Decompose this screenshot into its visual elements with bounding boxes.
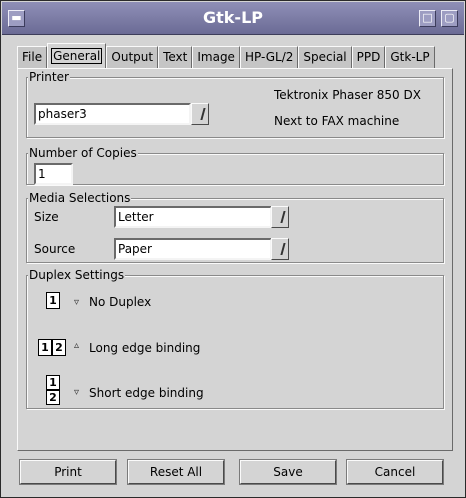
size-combo-entry[interactable]: Letter xyxy=(114,206,272,228)
tab-output[interactable]: Output xyxy=(106,46,159,69)
cancel-button[interactable]: Cancel xyxy=(347,460,443,484)
tab-gtklp[interactable]: Gtk-LP xyxy=(385,46,435,69)
dropdown-arrow-icon xyxy=(274,243,286,255)
tab-special[interactable]: Special xyxy=(298,46,352,69)
tab-file[interactable]: File xyxy=(17,46,48,69)
dropdown-arrow-icon xyxy=(274,211,286,223)
minimize-button[interactable]: □ xyxy=(419,10,436,27)
source-combo-entry[interactable]: Paper xyxy=(114,238,272,260)
copies-section-label: Number of Copies xyxy=(28,146,138,160)
print-button[interactable]: Print xyxy=(20,460,116,484)
no-duplex-radio[interactable]: ▿ xyxy=(74,298,84,308)
tab-hpgl2-label: HP-GL/2 xyxy=(244,50,294,64)
printer-section-label: Printer xyxy=(28,70,70,84)
short-edge-label[interactable]: Short edge binding xyxy=(89,386,204,400)
tab-output-label: Output xyxy=(111,50,154,64)
tab-image-label: Image xyxy=(197,50,235,64)
dropdown-arrow-icon xyxy=(194,108,206,120)
copies-input[interactable]: 1 xyxy=(34,163,73,185)
tab-hpgl2[interactable]: HP-GL/2 xyxy=(239,46,299,69)
long-edge-radio[interactable]: ▵ xyxy=(74,341,84,351)
copies-frame: Number of Copies xyxy=(26,146,444,185)
tab-bar: File General Output Text Image HP-GL/2 S… xyxy=(17,43,435,69)
reset-all-button[interactable]: Reset All xyxy=(128,460,224,484)
printer-dropdown-button[interactable] xyxy=(191,103,209,125)
tab-ppd[interactable]: PPD xyxy=(351,46,386,69)
title-bar[interactable]: ▬ Gtk-LP □ ▢ xyxy=(2,2,464,35)
short-edge-radio[interactable]: ▿ xyxy=(74,388,84,398)
window-title: Gtk-LP xyxy=(203,8,263,27)
printer-combo-entry[interactable]: phaser3 xyxy=(34,103,191,125)
tab-text[interactable]: Text xyxy=(158,46,193,69)
source-label: Source xyxy=(34,242,76,256)
short-edge-page1-icon: 1 xyxy=(46,375,60,390)
maximize-button[interactable]: ▢ xyxy=(441,10,458,27)
printer-location: Next to FAX machine xyxy=(274,114,400,128)
no-duplex-label[interactable]: No Duplex xyxy=(89,295,151,309)
tab-general-label: General xyxy=(51,48,103,64)
tab-ppd-label: PPD xyxy=(356,50,381,64)
size-dropdown-button[interactable] xyxy=(271,206,289,228)
long-edge-page1-icon: 1 xyxy=(38,339,52,356)
short-edge-page2-icon: 2 xyxy=(46,390,60,405)
tab-file-label: File xyxy=(22,50,43,64)
long-edge-page2-icon: 2 xyxy=(52,339,66,356)
size-label: Size xyxy=(34,210,59,224)
tab-gtklp-label: Gtk-LP xyxy=(390,50,430,64)
tab-image[interactable]: Image xyxy=(192,46,240,69)
tab-special-label: Special xyxy=(303,50,347,64)
single-page-icon: 1 xyxy=(46,292,60,309)
printer-model: Tektronix Phaser 850 DX xyxy=(274,88,421,102)
source-dropdown-button[interactable] xyxy=(271,238,289,260)
tab-general[interactable]: General xyxy=(47,43,107,69)
media-section-label: Media Selections xyxy=(28,191,132,205)
long-edge-label[interactable]: Long edge binding xyxy=(89,341,200,355)
save-button[interactable]: Save xyxy=(240,460,336,484)
tab-text-label: Text xyxy=(163,50,188,64)
gtklp-window: ▬ Gtk-LP □ ▢ File General Output Text Im… xyxy=(0,0,466,498)
duplex-section-label: Duplex Settings xyxy=(28,268,126,282)
